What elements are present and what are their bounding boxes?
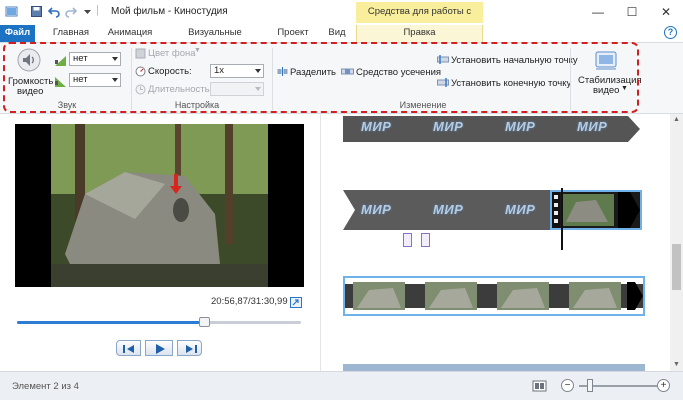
fade-in-value: нет (73, 53, 88, 64)
clip-3-thumbnails (345, 282, 643, 310)
speed-label: Скорость: (148, 66, 192, 77)
maximize-button[interactable]: ☐ (615, 0, 649, 25)
set-start-point-button[interactable]: Установить начальную точку (451, 55, 578, 66)
play-button[interactable] (145, 340, 173, 356)
time-readout: 20:56,87/31:30,99 (211, 296, 288, 307)
minimize-button[interactable]: — (581, 0, 615, 25)
storyboard-clip-2[interactable]: МИР МИР МИР (321, 188, 670, 250)
seek-thumb[interactable] (199, 317, 211, 327)
fullscreen-icon[interactable] (290, 297, 302, 308)
bg-color-icon (135, 48, 146, 59)
chevron-down-icon[interactable]: ▼ (621, 85, 628, 92)
speed-select[interactable]: 1x (210, 64, 264, 78)
transition-marker[interactable] (421, 233, 430, 247)
set-end-point-icon (437, 78, 449, 87)
transition-marker[interactable] (403, 233, 412, 247)
group-label-settings: Настройка (174, 100, 220, 110)
scroll-thumb[interactable] (672, 244, 681, 290)
clip-title-text: МИР (505, 202, 536, 217)
help-icon[interactable]: ? (664, 26, 677, 39)
scroll-down-icon[interactable]: ▼ (672, 361, 681, 369)
duration-label: Длительность: (148, 84, 213, 95)
speed-value: 1x (214, 65, 225, 76)
duration-icon (135, 84, 146, 95)
customize-quick-access-icon[interactable] (81, 5, 94, 18)
clip-title-text: МИР (361, 202, 392, 217)
playhead[interactable] (561, 188, 563, 250)
storyboard: МИР МИР МИР МИР МИР МИР МИР (321, 114, 670, 371)
next-frame-button[interactable] (177, 340, 202, 356)
window-title: Мой фильм - Киностудия (111, 6, 228, 17)
seek-bar[interactable] (17, 321, 301, 324)
trim-tool-icon (341, 68, 354, 75)
zoom-thumb[interactable] (587, 379, 593, 392)
video-stabilization-icon (595, 51, 617, 70)
tab-visual-effects[interactable]: Визуальные эффекты (167, 25, 263, 54)
zoom-out-button[interactable]: − (561, 379, 574, 392)
ribbon: Громкость видео нет нет Звук Цвет фона ▼… (0, 42, 683, 114)
volume-label-line2[interactable]: видео (17, 86, 43, 97)
app-icon (5, 6, 18, 17)
ribbon-separator (272, 48, 273, 110)
tab-edit[interactable]: Правка (356, 25, 483, 42)
storyboard-clip-3[interactable] (343, 276, 645, 316)
storyboard-clip-1[interactable]: МИР МИР МИР МИР (321, 114, 670, 154)
ribbon-separator (570, 48, 571, 110)
bg-color-button[interactable]: Цвет фона (148, 48, 196, 59)
fade-in-select[interactable]: нет (69, 52, 121, 66)
save-icon[interactable] (30, 5, 43, 18)
status-bar: Элемент 2 из 4 − + (0, 371, 683, 400)
speaker-icon (17, 48, 41, 72)
tab-view[interactable]: Вид (323, 25, 351, 42)
title-bar: | Мой фильм - Киностудия Средства для ра… (0, 0, 683, 37)
next-frame-icon (186, 345, 197, 353)
zoom-in-button[interactable]: + (657, 379, 670, 392)
scroll-up-icon[interactable]: ▲ (672, 116, 681, 124)
title-separator: | (96, 4, 99, 16)
context-tab-group-title: Средства для работы с видео (356, 2, 483, 37)
storyboard-view-icon[interactable] (532, 379, 547, 393)
fade-out-select[interactable]: нет (69, 73, 121, 87)
clip-title-text: МИР (505, 119, 536, 134)
video-frame-image (15, 124, 304, 287)
selected-clip-thumbnail[interactable] (550, 190, 642, 230)
bg-color-dropdown-icon[interactable]: ▼ (194, 47, 201, 54)
group-label-sound: Звук (57, 100, 77, 110)
tab-animation[interactable]: Анимация (104, 25, 156, 42)
speed-icon (135, 66, 146, 77)
previous-frame-icon (123, 345, 134, 353)
undo-icon[interactable] (48, 5, 61, 18)
group-label-edit: Изменение (399, 100, 447, 110)
status-text: Элемент 2 из 4 (12, 381, 79, 392)
set-start-point-icon (437, 55, 449, 64)
fade-out-icon (55, 77, 66, 87)
previous-frame-button[interactable] (116, 340, 141, 356)
tab-home[interactable]: Главная (49, 25, 93, 42)
trim-tool-button[interactable]: Средство усечения (356, 67, 441, 78)
split-icon (277, 67, 288, 76)
fade-in-icon (55, 56, 66, 66)
video-stabilization-label-line2[interactable]: видео (593, 85, 619, 96)
clip-title-text: МИР (433, 202, 464, 217)
redo-icon[interactable] (64, 5, 77, 18)
tab-file[interactable]: Файл (0, 25, 35, 42)
close-button[interactable]: ✕ (649, 0, 683, 25)
duration-select[interactable] (210, 82, 264, 96)
clip-title-text: МИР (577, 119, 608, 134)
fade-out-value: нет (73, 74, 88, 85)
ribbon-separator (131, 48, 132, 110)
ribbon-tabs: Файл Главная Анимация Визуальные эффекты… (0, 25, 683, 54)
video-preview[interactable] (15, 124, 304, 287)
play-icon (156, 344, 165, 354)
storyboard-clip-4[interactable] (343, 364, 645, 371)
tab-project[interactable]: Проект (274, 25, 312, 42)
set-end-point-button[interactable]: Установить конечную точку (451, 78, 571, 89)
storyboard-scrollbar[interactable] (670, 114, 683, 371)
clip-title-text: МИР (361, 119, 392, 134)
clip-title-text: МИР (433, 119, 464, 134)
seek-progress (17, 321, 205, 324)
split-button[interactable]: Разделить (290, 67, 336, 78)
